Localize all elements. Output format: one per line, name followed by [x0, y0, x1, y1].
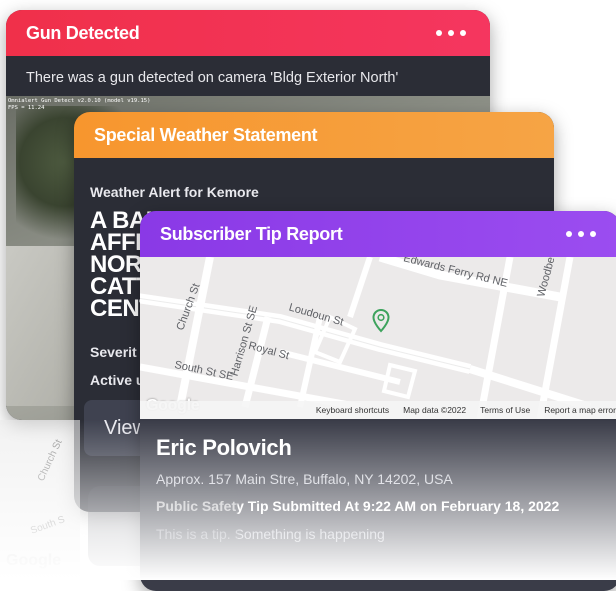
- tip-address: Approx. 157 Main Stre, Buffalo, NY 14202…: [156, 471, 453, 487]
- weather-card-subtitle: Weather Alert for Kemore: [90, 184, 259, 200]
- overlay-line-1: Omnialert Gun Detect v2.0.10 (model v19.…: [8, 98, 151, 104]
- gun-card-header: Gun Detected: [6, 10, 490, 56]
- tip-card-header: Subscriber Tip Report: [140, 211, 616, 257]
- camera-overlay-text: Omnialert Gun Detect v2.0.10 (model v19.…: [8, 98, 150, 111]
- map-data-text: Map data ©2022: [403, 405, 467, 415]
- keyboard-shortcuts-link[interactable]: Keyboard shortcuts: [316, 405, 389, 415]
- map-pin-icon[interactable]: [372, 309, 390, 333]
- gun-card-title: Gun Detected: [26, 22, 140, 43]
- overlay-line-2: FPS = 11.24: [8, 104, 45, 111]
- map-footer: Keyboard shortcuts Map data ©2022 Terms …: [140, 401, 616, 419]
- reflection-google-logo: Google: [6, 552, 62, 569]
- tipster-name: Eric Polovich: [156, 435, 292, 460]
- weather-card-header: Special Weather Statement: [74, 112, 554, 158]
- more-horizontal-icon[interactable]: [436, 30, 466, 36]
- terms-of-use-link[interactable]: Terms of Use: [480, 405, 530, 415]
- gun-card-description: There was a gun detected on camera 'Bldg…: [26, 70, 399, 86]
- tip-map[interactable]: Edwards Ferry Rd NE Loudoun St Church St…: [140, 257, 616, 419]
- severity-label: Severit: [90, 344, 137, 360]
- weather-card-title: Special Weather Statement: [94, 124, 318, 145]
- tip-card-title: Subscriber Tip Report: [160, 223, 343, 244]
- reflection-button: [88, 486, 238, 566]
- report-map-error-link[interactable]: Report a map error: [544, 405, 616, 415]
- active-label: Active u: [90, 372, 145, 388]
- more-horizontal-icon[interactable]: [566, 231, 596, 237]
